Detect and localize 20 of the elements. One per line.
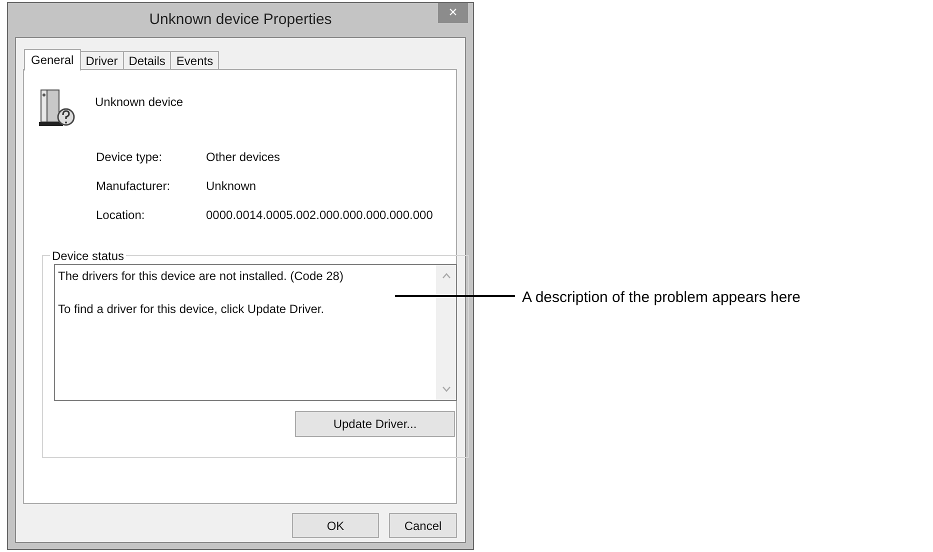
device-name: Unknown device [95, 94, 184, 111]
down-caret-icon[interactable] [442, 386, 450, 392]
property-value: Unknown [206, 178, 256, 195]
tab[interactable]: General [24, 49, 81, 71]
callout-text: A description of the problem appears here [522, 288, 801, 308]
property-label: Device type: [96, 149, 164, 166]
up-caret-icon[interactable] [442, 273, 450, 279]
scrollbar[interactable] [436, 265, 456, 400]
window-title: Unknown device Properties [149, 10, 332, 30]
status-message: To find a driver for this device, click Update Driver. [58, 301, 326, 318]
status-message: The drivers for this device are not installed. (Code 28) [58, 268, 344, 285]
device-icon [37, 88, 77, 128]
update-driver-button[interactable]: Update Driver... [295, 411, 455, 437]
property-value: Other devices [206, 149, 280, 166]
property-value: 0000.0014.0005.002.000.000.000.000.000 [206, 207, 433, 224]
property-label: Location: [96, 207, 146, 224]
cancel-button[interactable]: Cancel [389, 513, 457, 538]
ok-button[interactable]: OK [292, 513, 379, 538]
tab[interactable]: Events [170, 51, 220, 70]
property-label: Manufacturer: [96, 178, 172, 195]
